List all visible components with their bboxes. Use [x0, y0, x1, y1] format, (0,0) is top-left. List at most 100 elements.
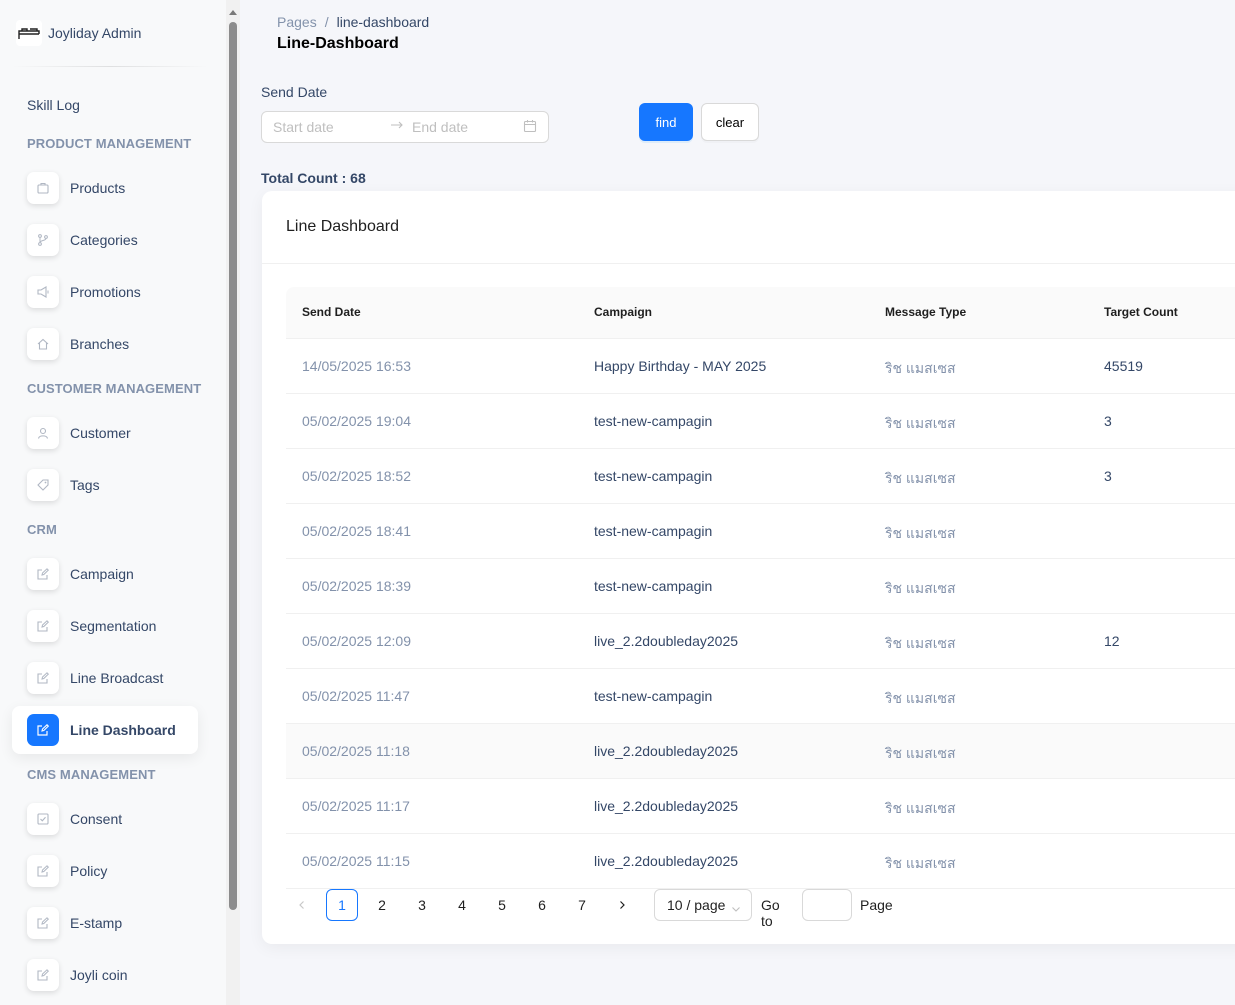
column-header-message-type[interactable]: Message Type — [885, 305, 966, 319]
cell-send-date: 05/02/2025 11:47 — [302, 688, 410, 704]
cell-send-date: 05/02/2025 11:17 — [302, 798, 410, 814]
page-2-button[interactable]: 2 — [366, 889, 398, 921]
sidebar-item-categories[interactable]: Categories — [12, 216, 198, 264]
cell-message-type: ริช แมสเซส — [885, 800, 956, 816]
page-5-button[interactable]: 5 — [486, 889, 518, 921]
table-row[interactable]: 05/02/2025 11:18 live_2.2doubleday2025 ร… — [286, 724, 1235, 779]
table-row[interactable]: 05/02/2025 19:04 test-new-campagin ริช แ… — [286, 394, 1235, 449]
sidebar-item-consent[interactable]: Consent — [12, 795, 198, 843]
page-title: Line-Dashboard — [277, 35, 399, 52]
calendar-icon[interactable] — [523, 119, 537, 136]
megaphone-icon — [27, 276, 59, 308]
breadcrumb-current: line-dashboard — [336, 14, 430, 30]
table-row[interactable]: 05/02/2025 18:41 test-new-campagin ริช แ… — [286, 504, 1235, 559]
cell-target-count: 45519 — [1104, 358, 1143, 374]
sidebar-item-line-broadcast[interactable]: Line Broadcast — [12, 654, 198, 702]
clear-button[interactable]: clear — [701, 103, 759, 141]
sidebar-item-label: Policy — [70, 863, 108, 879]
sidebar-item-label: Tags — [70, 477, 100, 493]
send-date-label: Send Date — [261, 84, 328, 100]
prev-page-icon[interactable] — [286, 889, 318, 921]
cell-campaign: test-new-campagin — [594, 468, 713, 484]
table-row[interactable]: 14/05/2025 16:53 Happy Birthday - MAY 20… — [286, 339, 1235, 394]
branch-icon — [27, 224, 59, 256]
chevron-down-icon — [731, 901, 741, 917]
start-date-input[interactable]: Start date — [273, 119, 334, 135]
page-3-button[interactable]: 3 — [406, 889, 438, 921]
sidebar-item-products[interactable]: Products — [12, 164, 198, 212]
card-title: Line Dashboard — [286, 218, 399, 235]
brand-name: Joyliday Admin — [48, 25, 142, 41]
section-cms-management: CMS MANAGEMENT — [27, 767, 156, 782]
sidebar-item-policy[interactable]: Policy — [12, 847, 198, 895]
cell-message-type: ริช แมสเซส — [885, 690, 956, 706]
sidebar-item-label: Joyli coin — [70, 967, 128, 983]
edit-icon — [27, 907, 59, 939]
cell-send-date: 05/02/2025 11:18 — [302, 743, 410, 759]
brand-logo-icon — [16, 20, 42, 46]
table-body: 14/05/2025 16:53 Happy Birthday - MAY 20… — [286, 339, 1235, 889]
cell-send-date: 05/02/2025 19:04 — [302, 413, 411, 429]
cell-message-type: ริช แมสเซส — [885, 470, 956, 486]
find-button[interactable]: find — [639, 103, 693, 141]
page-7-button[interactable]: 7 — [566, 889, 598, 921]
table-row[interactable]: 05/02/2025 11:15 live_2.2doubleday2025 ร… — [286, 834, 1235, 889]
column-header-target-count[interactable]: Target Count — [1104, 305, 1178, 319]
table-row[interactable]: 05/02/2025 12:09 live_2.2doubleday2025 ร… — [286, 614, 1235, 669]
cell-message-type: ริช แมสเซส — [885, 360, 956, 376]
edit-icon — [27, 855, 59, 887]
table-header: Send Date Campaign Message Type Target C… — [286, 287, 1235, 339]
sidebar-item-line-dashboard[interactable]: Line Dashboard — [12, 706, 198, 754]
cell-send-date: 05/02/2025 18:41 — [302, 523, 411, 539]
sidebar-item-estamp[interactable]: E-stamp — [12, 899, 198, 947]
sidebar-item-label: Campaign — [70, 566, 134, 582]
next-page-icon[interactable] — [606, 889, 638, 921]
sidebar-item-skill-log[interactable]: Skill Log — [27, 97, 80, 113]
edit-icon — [27, 610, 59, 642]
sidebar-item-joyli-coin[interactable]: Joyli coin — [12, 951, 198, 999]
sidebar-divider — [12, 66, 208, 67]
user-icon — [27, 417, 59, 449]
column-header-send-date[interactable]: Send Date — [302, 305, 361, 319]
edit-icon — [27, 558, 59, 590]
goto-page-input[interactable] — [802, 889, 852, 921]
scroll-up-arrow-icon[interactable] — [229, 10, 237, 15]
edit-icon — [27, 662, 59, 694]
sidebar-item-label: E-stamp — [70, 915, 123, 931]
table-row[interactable]: 05/02/2025 11:17 live_2.2doubleday2025 ร… — [286, 779, 1235, 834]
table-row[interactable]: 05/02/2025 18:52 test-new-campagin ริช แ… — [286, 449, 1235, 504]
section-product-management: PRODUCT MANAGEMENT — [27, 136, 192, 151]
sidebar-item-campaign[interactable]: Campaign — [12, 550, 198, 598]
end-date-input[interactable]: End date — [412, 119, 468, 135]
sidebar-item-label: Promotions — [70, 284, 141, 300]
sidebar: Joyliday Admin Skill Log PRODUCT MANAGEM… — [0, 0, 226, 1005]
cell-message-type: ริช แมสเซส — [885, 635, 956, 651]
sidebar-item-label: Consent — [70, 811, 123, 827]
table-row[interactable]: 05/02/2025 11:47 test-new-campagin ริช แ… — [286, 669, 1235, 724]
sidebar-item-label: Segmentation — [70, 618, 157, 634]
sidebar-item-branches[interactable]: Branches — [12, 320, 198, 368]
cell-campaign: live_2.2doubleday2025 — [594, 633, 739, 649]
page-6-button[interactable]: 6 — [526, 889, 558, 921]
sidebar-item-label: Customer — [70, 425, 131, 441]
column-header-campaign[interactable]: Campaign — [594, 305, 652, 319]
table-row[interactable]: 05/02/2025 18:39 test-new-campagin ริช แ… — [286, 559, 1235, 614]
sidebar-item-label: Line Dashboard — [70, 722, 176, 738]
page-1-button[interactable]: 1 — [326, 889, 358, 921]
sidebar-item-promotions[interactable]: Promotions — [12, 268, 198, 316]
cell-send-date: 14/05/2025 16:53 — [302, 358, 411, 374]
page-size-select[interactable]: 10 / page — [654, 889, 752, 921]
cell-send-date: 05/02/2025 18:52 — [302, 468, 411, 484]
bag-icon — [27, 172, 59, 204]
sidebar-item-tags[interactable]: Tags — [12, 461, 198, 509]
sidebar-item-customer[interactable]: Customer — [12, 409, 198, 457]
date-range-picker[interactable]: Start date End date — [261, 111, 549, 143]
page-4-button[interactable]: 4 — [446, 889, 478, 921]
sidebar-item-label: Products — [70, 180, 126, 196]
brand[interactable]: Joyliday Admin — [16, 18, 141, 48]
breadcrumb-pages[interactable]: Pages — [277, 14, 317, 30]
sidebar-item-segmentation[interactable]: Segmentation — [12, 602, 198, 650]
section-customer-management: CUSTOMER MANAGEMENT — [27, 381, 202, 396]
sidebar-scroll-thumb[interactable] — [229, 22, 237, 910]
cell-message-type: ริช แมสเซส — [885, 745, 956, 761]
